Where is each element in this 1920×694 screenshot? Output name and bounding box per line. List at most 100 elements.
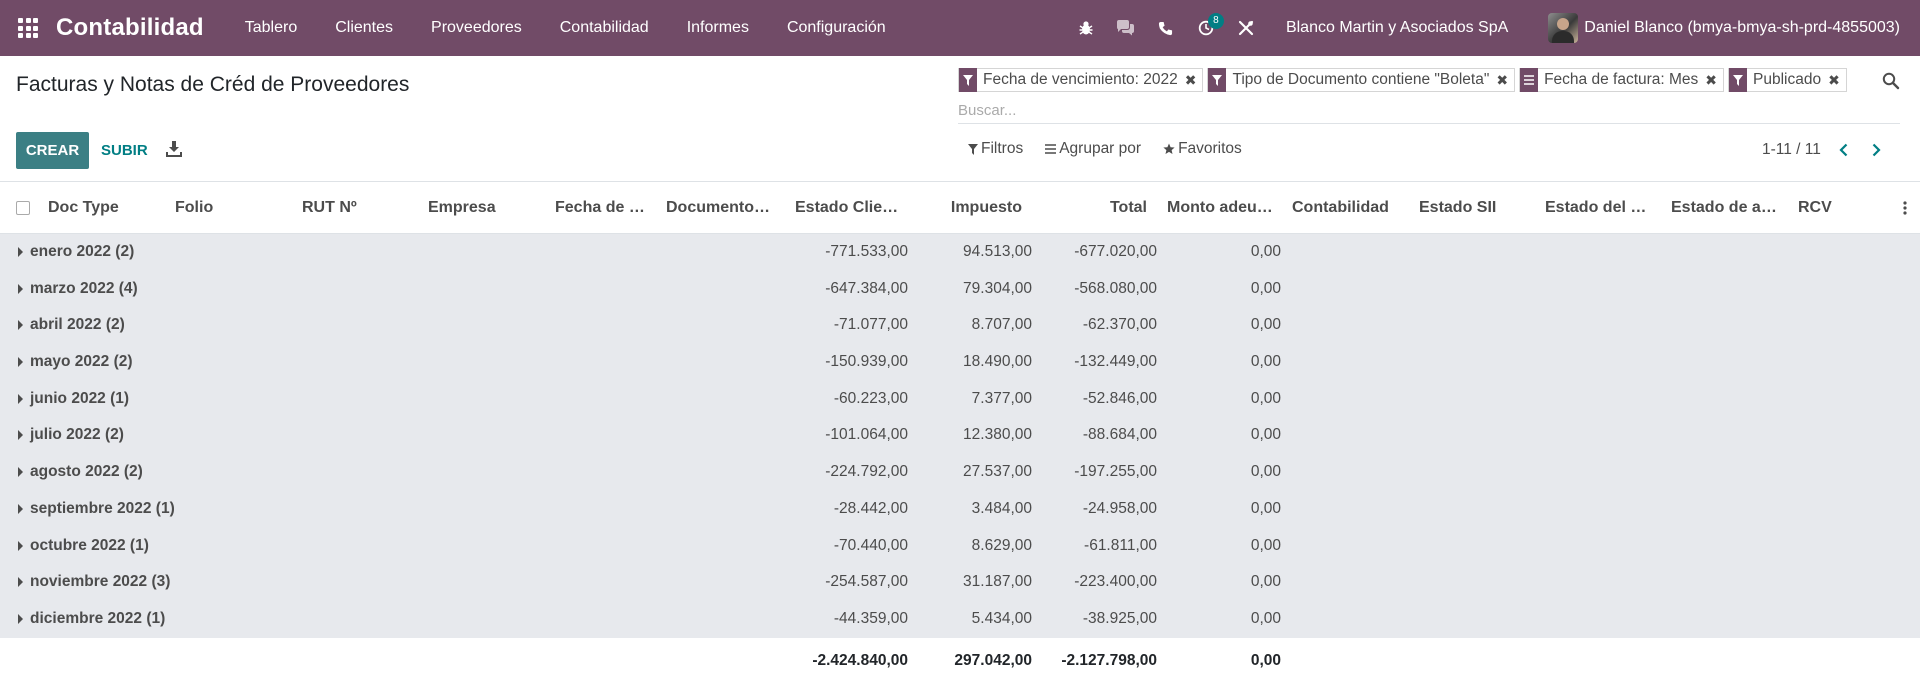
column-header-monto-adeudado[interactable]: Monto adeud... <box>1167 182 1273 234</box>
group-row-octubre[interactable]: octubre 2022 (1) -70.440,00 8.629,00 -61… <box>0 528 1920 565</box>
group-estado-cliente: -28.442,00 <box>833 499 908 517</box>
column-header-doc-type[interactable]: Doc Type <box>48 182 163 234</box>
group-estado-cliente: -70.440,00 <box>833 536 908 554</box>
facet-remove-icon[interactable]: ✖ <box>1828 72 1846 89</box>
group-monto-adeudado: 0,00 <box>1250 353 1281 371</box>
group-monto-adeudado: 0,00 <box>1250 243 1281 260</box>
group-estado-cliente: -101.064,00 <box>825 426 908 444</box>
group-total: -52.846,00 <box>1082 389 1157 407</box>
group-label: octubre 2022 (1) <box>30 536 149 554</box>
caret-right-icon <box>18 247 23 257</box>
menu-item-tablero[interactable]: Tablero <box>226 0 316 56</box>
activity-clock-icon[interactable]: 8 <box>1186 0 1226 56</box>
chevron-right-icon[interactable] <box>1867 140 1887 160</box>
column-header-estado-cliente[interactable]: Estado Cliente <box>795 182 900 234</box>
group-impuesto: 27.537,00 <box>963 463 1032 481</box>
column-header-empresa[interactable]: Empresa <box>428 182 538 234</box>
upload-button[interactable]: SUBIR <box>101 132 148 169</box>
group-estado-cliente: -150.939,00 <box>825 353 908 371</box>
app-name[interactable]: Contabilidad <box>56 14 204 42</box>
menu-item-configuracion[interactable]: Configuración <box>768 0 905 56</box>
column-header-estado-sii[interactable]: Estado SII <box>1419 182 1529 234</box>
column-header-total[interactable]: Total <box>1040 182 1147 234</box>
group-impuesto: 8.629,00 <box>971 536 1032 554</box>
group-total: -223.400,00 <box>1074 573 1157 591</box>
column-header-rut[interactable]: RUT Nº <box>302 182 412 234</box>
column-header-documento-origen[interactable]: Documento o... <box>666 182 773 234</box>
caret-right-icon <box>18 540 23 551</box>
total-monto-adeudado: 0,00 <box>1250 651 1281 669</box>
optional-columns-icon[interactable] <box>1902 199 1908 217</box>
facet-doc-type[interactable]: Tipo de Documento contiene "Boleta" ✖ <box>1207 68 1516 92</box>
user-menu[interactable]: Daniel Blanco (bmya-bmya-sh-prd-4855003) <box>1528 13 1920 43</box>
select-all-checkbox[interactable] <box>16 201 30 215</box>
favorites-dropdown[interactable]: Favoritos <box>1163 140 1242 158</box>
group-row-abril[interactable]: abril 2022 (2) -71.077,00 8.707,00 -62.3… <box>0 307 1920 344</box>
group-estado-cliente: -647.384,00 <box>825 279 908 297</box>
menu-item-contabilidad[interactable]: Contabilidad <box>541 0 668 56</box>
group-row-enero[interactable]: enero 2022 (2) -771.533,00 94.513,00 -67… <box>0 234 1920 271</box>
search-icon[interactable] <box>1882 72 1904 94</box>
column-header-estado-aceptacion[interactable]: Estado de ac... <box>1671 182 1779 234</box>
apps-menu-icon[interactable] <box>0 0 56 56</box>
facet-group-by-month[interactable]: Fecha de factura: Mes ✖ <box>1519 68 1725 92</box>
menu-item-proveedores[interactable]: Proveedores <box>412 0 541 56</box>
create-button[interactable]: CREAR <box>16 132 89 169</box>
group-impuesto: 8.707,00 <box>971 316 1032 334</box>
facet-due-date[interactable]: Fecha de vencimiento: 2022 ✖ <box>958 68 1204 92</box>
column-header-contabilidad[interactable]: Contabilidad <box>1292 182 1412 234</box>
table-header: Doc Type Folio RUT Nº Empresa Fecha de F… <box>0 182 1920 234</box>
group-row-marzo[interactable]: marzo 2022 (4) -647.384,00 79.304,00 -56… <box>0 271 1920 308</box>
search-input[interactable] <box>958 98 1900 124</box>
phone-icon[interactable] <box>1146 0 1186 56</box>
group-total: -88.684,00 <box>1082 426 1157 444</box>
group-row-agosto[interactable]: agosto 2022 (2) -224.792,00 27.537,00 -1… <box>0 454 1920 491</box>
column-header-rcv[interactable]: RCV <box>1798 182 1858 234</box>
group-label: diciembre 2022 (1) <box>30 609 166 627</box>
caret-right-icon <box>18 503 23 514</box>
debug-bug-icon[interactable] <box>1066 0 1106 56</box>
filters-dropdown[interactable]: Filtros <box>968 140 1023 158</box>
group-impuesto: 94.513,00 <box>963 243 1032 260</box>
discuss-chat-icon[interactable] <box>1106 0 1146 56</box>
group-row-julio[interactable]: julio 2022 (2) -101.064,00 12.380,00 -88… <box>0 417 1920 454</box>
group-impuesto: 7.377,00 <box>971 389 1032 407</box>
filter-icon <box>959 68 977 92</box>
column-header-estado-documento[interactable]: Estado del D... <box>1545 182 1653 234</box>
group-by-dropdown[interactable]: Agrupar por <box>1045 140 1141 158</box>
menu-item-informes[interactable]: Informes <box>668 0 768 56</box>
facet-remove-icon[interactable]: ✖ <box>1705 72 1723 89</box>
menu-item-clientes[interactable]: Clientes <box>316 0 412 56</box>
caret-right-icon <box>18 320 23 331</box>
group-total: -24.958,00 <box>1082 499 1157 517</box>
group-monto-adeudado: 0,00 <box>1250 316 1281 334</box>
download-icon[interactable] <box>166 140 186 160</box>
facet-label: Fecha de vencimiento: 2022 <box>983 71 1178 88</box>
group-total: -132.449,00 <box>1074 353 1157 371</box>
filter-icon <box>968 143 978 155</box>
tools-icon[interactable] <box>1226 0 1266 56</box>
total-total: -2.127.798,00 <box>1061 651 1157 669</box>
caret-right-icon <box>18 283 23 294</box>
column-header-impuesto[interactable]: Impuesto <box>920 182 1022 234</box>
group-row-mayo[interactable]: mayo 2022 (2) -150.939,00 18.490,00 -132… <box>0 344 1920 381</box>
caret-right-icon <box>18 467 23 478</box>
group-row-junio[interactable]: junio 2022 (1) -60.223,00 7.377,00 -52.8… <box>0 381 1920 418</box>
group-estado-cliente: -224.792,00 <box>825 463 908 481</box>
column-header-folio[interactable]: Folio <box>175 182 285 234</box>
group-label: mayo 2022 (2) <box>30 353 133 371</box>
search-options: Filtros Agrupar por Favoritos <box>968 140 1264 158</box>
facet-remove-icon[interactable]: ✖ <box>1496 72 1514 89</box>
group-estado-cliente: -254.587,00 <box>825 573 908 591</box>
chevron-left-icon[interactable] <box>1834 140 1854 160</box>
facet-posted[interactable]: Publicado ✖ <box>1728 68 1847 92</box>
caret-right-icon <box>18 393 23 404</box>
group-label: marzo 2022 (4) <box>30 279 138 297</box>
facet-remove-icon[interactable]: ✖ <box>1185 72 1203 89</box>
company-switcher[interactable]: Blanco Martin y Asociados SpA <box>1266 19 1528 37</box>
pager-value[interactable]: 1-11 / 11 <box>1762 141 1821 159</box>
group-row-diciembre[interactable]: diciembre 2022 (1) -44.359,00 5.434,00 -… <box>0 601 1920 638</box>
group-row-noviembre[interactable]: noviembre 2022 (3) -254.587,00 31.187,00… <box>0 564 1920 601</box>
group-row-septiembre[interactable]: septiembre 2022 (1) -28.442,00 3.484,00 … <box>0 491 1920 528</box>
column-header-fecha-factura[interactable]: Fecha de F... <box>555 182 645 234</box>
